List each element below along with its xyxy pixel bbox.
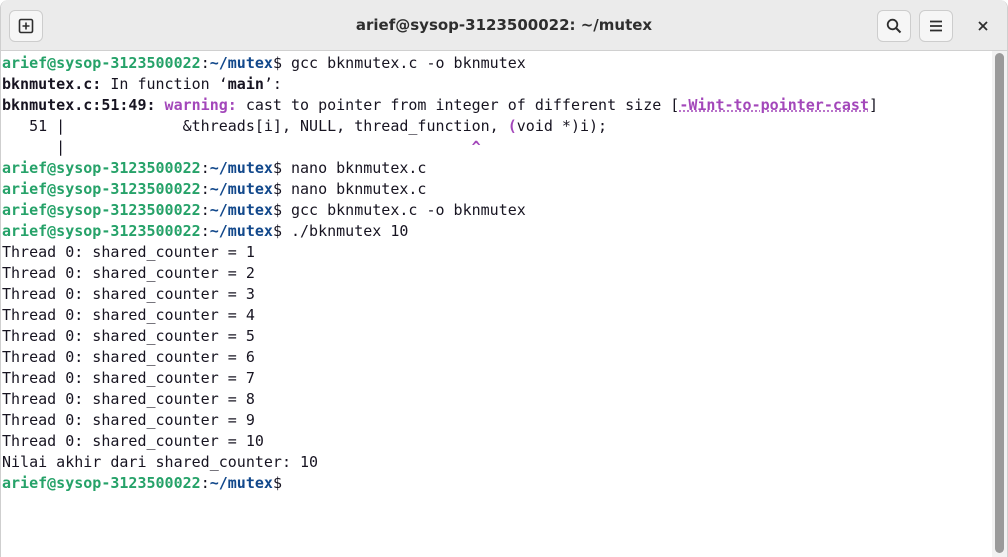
code-prefix: 51 | &threads[i], NULL, thread_function, bbox=[2, 117, 508, 135]
caret-marker: ^ bbox=[471, 138, 481, 156]
prompt-path: ~/mutex bbox=[209, 474, 273, 492]
command-text: ./bknmutex 10 bbox=[281, 222, 409, 240]
close-button[interactable] bbox=[967, 10, 999, 42]
prompt-path: ~/mutex bbox=[209, 180, 273, 198]
warning-location: bknmutex.c:51:49: bbox=[2, 96, 156, 114]
prompt-path: ~/mutex bbox=[209, 54, 273, 72]
prompt-separator: : bbox=[200, 159, 210, 177]
terminal-window: arief@sysop-3123500022: ~/mutex arief@sy… bbox=[0, 0, 1008, 557]
command-text: gcc bknmutex.c -o bknmutex bbox=[281, 54, 526, 72]
compiler-message-line: bknmutex.c: In function ‘main’: bbox=[2, 74, 282, 95]
menu-button[interactable] bbox=[919, 10, 953, 42]
in-function-text: In function ‘ bbox=[101, 75, 228, 93]
output-line: Thread 0: shared_counter = 1 bbox=[2, 243, 255, 261]
prompt-symbol: $ bbox=[272, 222, 282, 240]
marker-prefix: | bbox=[2, 138, 472, 156]
command-line: arief@sysop-3123500022:~/mutex$ gcc bknm… bbox=[2, 53, 526, 74]
output-line: Thread 0: shared_counter = 4 bbox=[2, 306, 255, 324]
prompt-separator: : bbox=[200, 222, 210, 240]
prompt-user-host: arief@sysop-3123500022 bbox=[2, 180, 201, 198]
window-title: arief@sysop-3123500022: ~/mutex bbox=[355, 16, 653, 34]
command-line: arief@sysop-3123500022:~/mutex$ nano bkn… bbox=[2, 158, 426, 179]
prompt-separator: : bbox=[200, 54, 210, 72]
prompt-user-host: arief@sysop-3123500022 bbox=[2, 222, 201, 240]
scrollbar-thumb[interactable] bbox=[995, 53, 1004, 553]
prompt-symbol: $ bbox=[272, 474, 282, 492]
prompt-user-host: arief@sysop-3123500022 bbox=[2, 159, 201, 177]
prompt-symbol: $ bbox=[272, 159, 282, 177]
command-line: arief@sysop-3123500022:~/mutex$ ./bknmut… bbox=[2, 221, 408, 242]
warning-message: cast to pointer from integer of differen… bbox=[236, 96, 680, 114]
header-bar: arief@sysop-3123500022: ~/mutex bbox=[1, 0, 1007, 51]
command-text: nano bknmutex.c bbox=[281, 159, 427, 177]
command-line: arief@sysop-3123500022:~/mutex$ gcc bknm… bbox=[2, 200, 526, 221]
output-line: Thread 0: shared_counter = 10 bbox=[2, 432, 264, 450]
code-suffix: void *)i); bbox=[516, 117, 608, 135]
output-line: Thread 0: shared_counter = 5 bbox=[2, 327, 255, 345]
marker-line: | ^ bbox=[2, 137, 481, 158]
output-line: Thread 0: shared_counter = 8 bbox=[2, 390, 255, 408]
close-icon bbox=[978, 21, 988, 31]
prompt-symbol: $ bbox=[272, 201, 282, 219]
command-text: nano bknmutex.c bbox=[281, 180, 427, 198]
prompt-user-host: arief@sysop-3123500022 bbox=[2, 201, 201, 219]
terminal-output[interactable]: arief@sysop-3123500022:~/mutex$ gcc bknm… bbox=[1, 51, 991, 557]
vertical-scrollbar[interactable] bbox=[992, 51, 1007, 557]
prompt-user-host: arief@sysop-3123500022 bbox=[2, 54, 201, 72]
active-prompt-line[interactable]: arief@sysop-3123500022:~/mutex$ bbox=[2, 473, 282, 494]
warning-close: ] bbox=[868, 96, 879, 114]
function-name: main bbox=[227, 75, 264, 93]
prompt-symbol: $ bbox=[272, 180, 282, 198]
prompt-separator: : bbox=[200, 201, 210, 219]
output-line: Thread 0: shared_counter = 9 bbox=[2, 411, 255, 429]
prompt-user-host: arief@sysop-3123500022 bbox=[2, 474, 201, 492]
command-line: arief@sysop-3123500022:~/mutex$ nano bkn… bbox=[2, 179, 426, 200]
function-close: ’: bbox=[263, 75, 282, 93]
warning-line: bknmutex.c:51:49: warning: cast to point… bbox=[2, 95, 878, 116]
hamburger-menu-icon bbox=[930, 20, 942, 32]
error-file-label: bknmutex.c: bbox=[2, 75, 102, 93]
prompt-separator: : bbox=[200, 180, 210, 198]
output-line: Thread 0: shared_counter = 7 bbox=[2, 369, 255, 387]
source-code-line: 51 | &threads[i], NULL, thread_function,… bbox=[2, 116, 607, 137]
search-icon bbox=[886, 18, 902, 34]
warning-flag-link[interactable]: -Wint-to-pointer-cast bbox=[679, 96, 869, 114]
output-line: Thread 0: shared_counter = 6 bbox=[2, 348, 255, 366]
output-line: Thread 0: shared_counter = 3 bbox=[2, 285, 255, 303]
prompt-path: ~/mutex bbox=[209, 201, 273, 219]
prompt-path: ~/mutex bbox=[209, 159, 273, 177]
prompt-path: ~/mutex bbox=[209, 222, 273, 240]
warning-label: warning: bbox=[155, 96, 237, 114]
command-text: gcc bknmutex.c -o bknmutex bbox=[281, 201, 526, 219]
output-line: Thread 0: shared_counter = 2 bbox=[2, 264, 255, 282]
search-button[interactable] bbox=[877, 10, 911, 42]
prompt-separator: : bbox=[200, 474, 210, 492]
code-highlight: ( bbox=[507, 117, 517, 135]
final-result-line: Nilai akhir dari shared_counter: 10 bbox=[2, 453, 319, 471]
prompt-symbol: $ bbox=[272, 54, 282, 72]
